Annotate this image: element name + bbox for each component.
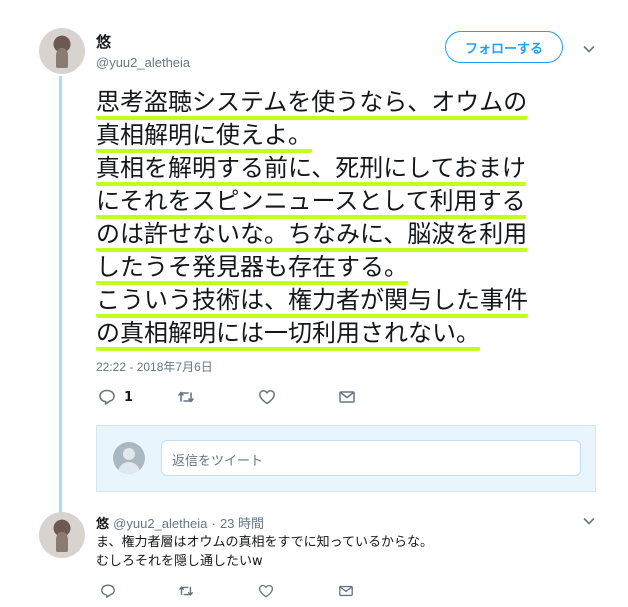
reply-line: むしろそれを隠し通したいw <box>96 554 263 569</box>
reply-text: ま、権力者層はオウムの真相をすでに知っているからな。 むしろそれを隠し通したいw <box>96 533 433 571</box>
chevron-down-icon[interactable] <box>583 43 595 55</box>
reply-author-name[interactable]: 悠 <box>96 517 109 532</box>
heart-icon <box>259 390 275 405</box>
tweet-line: 真相を解明する前に、死刑にしておまけ <box>96 152 596 186</box>
like-action-button[interactable] <box>258 583 274 599</box>
tweet-line: 真相解明に使えよ。 <box>96 119 596 153</box>
author-avatar[interactable] <box>39 28 85 74</box>
retweet-action-button[interactable] <box>178 583 194 599</box>
retweet-icon <box>179 586 193 596</box>
dm-action-button[interactable] <box>338 388 356 406</box>
tweet-text: 思考盗聴システムを使うなら、オウムの 真相解明に使えよ。 真相を解明する前に、死… <box>96 86 596 351</box>
reply-icon <box>99 389 115 405</box>
reply-icon <box>101 584 115 598</box>
tweet-timestamp[interactable]: 22:22 - 2018年7月6日 <box>96 358 213 375</box>
tweet-line: したうそ発見器も存在する。 <box>96 251 596 285</box>
author-name[interactable]: 悠 <box>96 31 111 52</box>
reply-separator: · <box>211 516 216 531</box>
reply-action-button[interactable] <box>100 583 116 599</box>
reply-line: ま、権力者層はオウムの真相をすでに知っているからな。 <box>96 535 433 550</box>
reply-action-button[interactable]: 1 <box>98 388 133 406</box>
author-handle[interactable]: @yuu2_aletheia <box>96 55 190 70</box>
tweet-line: にそれをスピンニュースとして利用する <box>96 185 596 219</box>
reply-author-avatar[interactable] <box>39 512 85 558</box>
heart-icon <box>258 584 274 598</box>
retweet-action-button[interactable] <box>177 388 195 406</box>
tweet-line: 思考盗聴システムを使うなら、オウムの <box>96 86 596 120</box>
tweet-line: こういう技術は、権力者が関与した事件 <box>96 284 596 318</box>
follow-button[interactable]: フォローする <box>445 31 563 63</box>
chevron-down-icon[interactable] <box>583 515 595 527</box>
reply-count: 1 <box>124 389 134 405</box>
reply-input[interactable]: 返信をツイート <box>161 440 581 476</box>
reply-author-handle[interactable]: @yuu2_aletheia <box>113 516 207 531</box>
reply-header: 悠 @yuu2_aletheia · 23 時間 <box>96 513 264 532</box>
thread-connector-line <box>59 76 62 512</box>
retweet-icon <box>178 391 194 403</box>
envelope-icon <box>339 585 353 597</box>
current-user-avatar <box>113 442 145 474</box>
dm-action-button[interactable] <box>338 583 354 599</box>
tweet-line: のは許せないな。ちなみに、脳波を利用 <box>96 218 596 252</box>
reply-compose-box: 返信をツイート <box>96 425 596 492</box>
like-action-button[interactable] <box>258 388 276 406</box>
tweet-line: の真相解明には一切利用されない。 <box>96 317 596 351</box>
reply-time[interactable]: 23 時間 <box>220 516 264 531</box>
envelope-icon <box>339 391 355 403</box>
